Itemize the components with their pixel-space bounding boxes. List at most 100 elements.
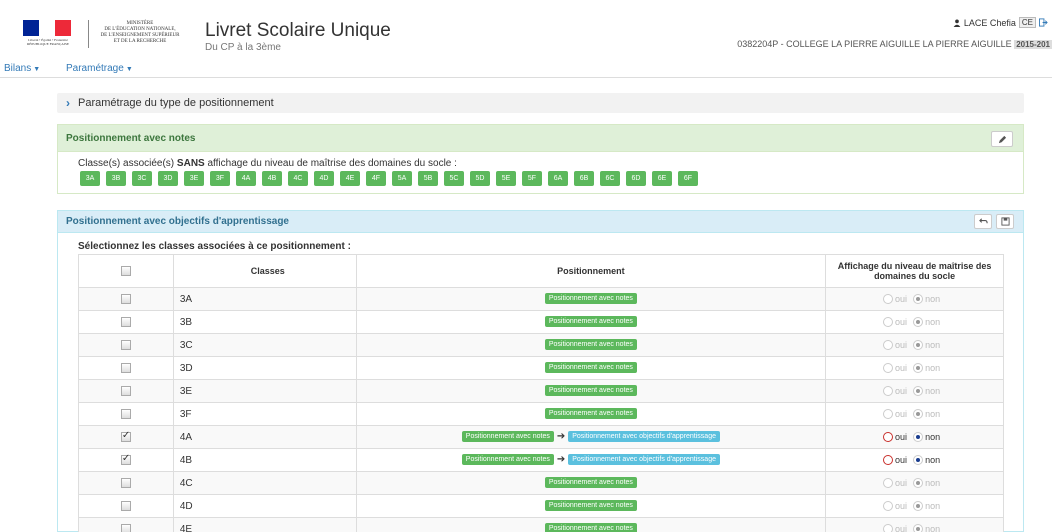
class-chip: 4B	[262, 171, 282, 186]
nav-bilans[interactable]: Bilans ▼	[4, 63, 40, 74]
radio-non-label: non	[925, 363, 941, 374]
logout-icon[interactable]	[1039, 18, 1048, 27]
radio-non[interactable]	[913, 432, 924, 443]
radio-oui[interactable]	[883, 455, 894, 466]
class-chip: 4D	[314, 171, 334, 186]
table-row: 4D Positionnement avec notes oui non	[78, 494, 1004, 518]
row-checkbox[interactable]	[120, 523, 131, 532]
classes-table: Classes Positionnement Affichage du nive…	[78, 254, 1004, 532]
row-checkbox[interactable]	[120, 500, 131, 511]
panel-header: Positionnement avec objectifs d'apprenti…	[58, 211, 1023, 233]
class-chip: 5D	[470, 171, 490, 186]
tag-positionnement-notes: Positionnement avec notes	[544, 500, 637, 512]
radio-oui-label: oui	[895, 432, 908, 443]
row-class-name: 4C	[172, 471, 357, 495]
app-title: Livret Scolaire Unique	[205, 20, 391, 41]
class-chip: 6D	[626, 171, 646, 186]
republic-logo: Liberté • Égalité • Fraternité RÉPUBLIQU…	[17, 18, 79, 48]
row-class-name: 3E	[172, 379, 357, 403]
class-chip: 4F	[366, 171, 386, 186]
row-checkbox-cell	[78, 333, 174, 357]
row-checkbox[interactable]	[120, 339, 131, 350]
row-checkbox-cell	[78, 517, 174, 532]
chevron-right-icon: ›	[66, 96, 70, 110]
user-icon	[953, 19, 961, 27]
app-subtitle: Du CP à la 3ème	[205, 42, 281, 53]
row-checkbox[interactable]	[120, 430, 131, 442]
row-checkbox[interactable]	[120, 453, 131, 465]
row-checkbox-cell	[78, 494, 174, 518]
class-chip: 4A	[236, 171, 256, 186]
row-checkbox[interactable]	[120, 408, 131, 419]
table-row: 4APositionnement avec notes➔Positionneme…	[78, 425, 1004, 449]
radio-non-label: non	[925, 524, 941, 532]
row-class-name: 3A	[172, 287, 357, 311]
arrow-right-icon: ➔	[556, 431, 566, 443]
affichage-radio-group[interactable]: oui non	[883, 455, 946, 466]
row-class-name: 4B	[172, 448, 357, 472]
radio-non	[913, 478, 924, 489]
affichage-radio-group: oui non	[883, 501, 946, 512]
app-header: Liberté • Égalité • Fraternité RÉPUBLIQU…	[0, 0, 1052, 58]
radio-non	[913, 294, 924, 305]
row-affichage: oui non	[825, 471, 1004, 495]
radio-non-label: non	[925, 294, 941, 305]
table-row: 3E Positionnement avec notes oui non	[78, 379, 1004, 403]
radio-non-label: non	[925, 432, 941, 443]
radio-oui-label: oui	[895, 501, 908, 512]
nav-parametrage[interactable]: Paramétrage ▼	[66, 63, 133, 74]
tag-positionnement-notes: Positionnement avec notes	[461, 454, 554, 466]
affichage-radio-group: oui non	[883, 317, 946, 328]
radio-oui	[883, 317, 894, 328]
row-affichage: oui non	[825, 425, 1004, 449]
school-name: 0382204P - COLLEGE LA PIERRE AIGUILLE LA…	[737, 39, 1012, 49]
row-checkbox-cell	[78, 448, 174, 472]
row-class-name: 3B	[172, 310, 357, 334]
select-all-checkbox[interactable]	[120, 266, 131, 277]
affichage-radio-group: oui non	[883, 294, 946, 305]
tag-positionnement-objectifs: Positionnement avec objectifs d'apprenti…	[568, 454, 720, 466]
logo-divider	[88, 20, 89, 48]
radio-non	[913, 363, 924, 374]
row-positionnement: Positionnement avec notes	[355, 310, 827, 334]
row-class-name: 4E	[172, 517, 357, 532]
class-chip: 5C	[444, 171, 464, 186]
affichage-radio-group: oui non	[883, 363, 946, 374]
undo-button[interactable]	[974, 214, 992, 229]
row-checkbox[interactable]	[120, 293, 131, 304]
table-row: 3D Positionnement avec notes oui non	[78, 356, 1004, 380]
row-positionnement: Positionnement avec notes	[355, 379, 827, 403]
class-chip: 6C	[600, 171, 620, 186]
tag-positionnement-notes: Positionnement avec notes	[544, 385, 637, 397]
row-positionnement: Positionnement avec notes	[355, 402, 827, 426]
radio-oui	[883, 363, 894, 374]
tag-positionnement-notes: Positionnement avec notes	[544, 477, 637, 489]
row-affichage: oui non	[825, 333, 1004, 357]
radio-oui-label: oui	[895, 455, 908, 466]
edit-button[interactable]	[991, 131, 1013, 147]
school-year-badge: 2015-201	[1014, 40, 1052, 49]
row-positionnement: Positionnement avec notes ➔ Positionnement…	[355, 448, 827, 472]
tag-positionnement-notes: Positionnement avec notes	[544, 523, 637, 532]
section-parametrage-positionnement[interactable]: › Paramétrage du type de positionnement	[57, 93, 1024, 113]
class-chip: 4E	[340, 171, 360, 186]
class-chip: 5B	[418, 171, 438, 186]
row-checkbox[interactable]	[120, 477, 131, 488]
user-menu[interactable]: LACE Chefia CE	[953, 17, 1048, 28]
radio-non[interactable]	[913, 455, 924, 466]
row-checkbox[interactable]	[120, 385, 131, 396]
row-checkbox[interactable]	[120, 362, 131, 373]
class-chip: 3A	[80, 171, 100, 186]
radio-oui[interactable]	[883, 432, 894, 443]
radio-non-label: non	[925, 501, 941, 512]
class-chip: 3E	[184, 171, 204, 186]
affichage-radio-group[interactable]: oui non	[883, 432, 946, 443]
row-affichage: oui non	[825, 517, 1004, 532]
class-chip: 5F	[522, 171, 542, 186]
affichage-radio-group: oui non	[883, 386, 946, 397]
flag-icon	[23, 20, 71, 36]
save-button[interactable]	[996, 214, 1014, 229]
row-checkbox-cell	[78, 425, 174, 449]
row-checkbox[interactable]	[120, 316, 131, 327]
tag-positionnement-notes: Positionnement avec notes	[544, 339, 637, 351]
